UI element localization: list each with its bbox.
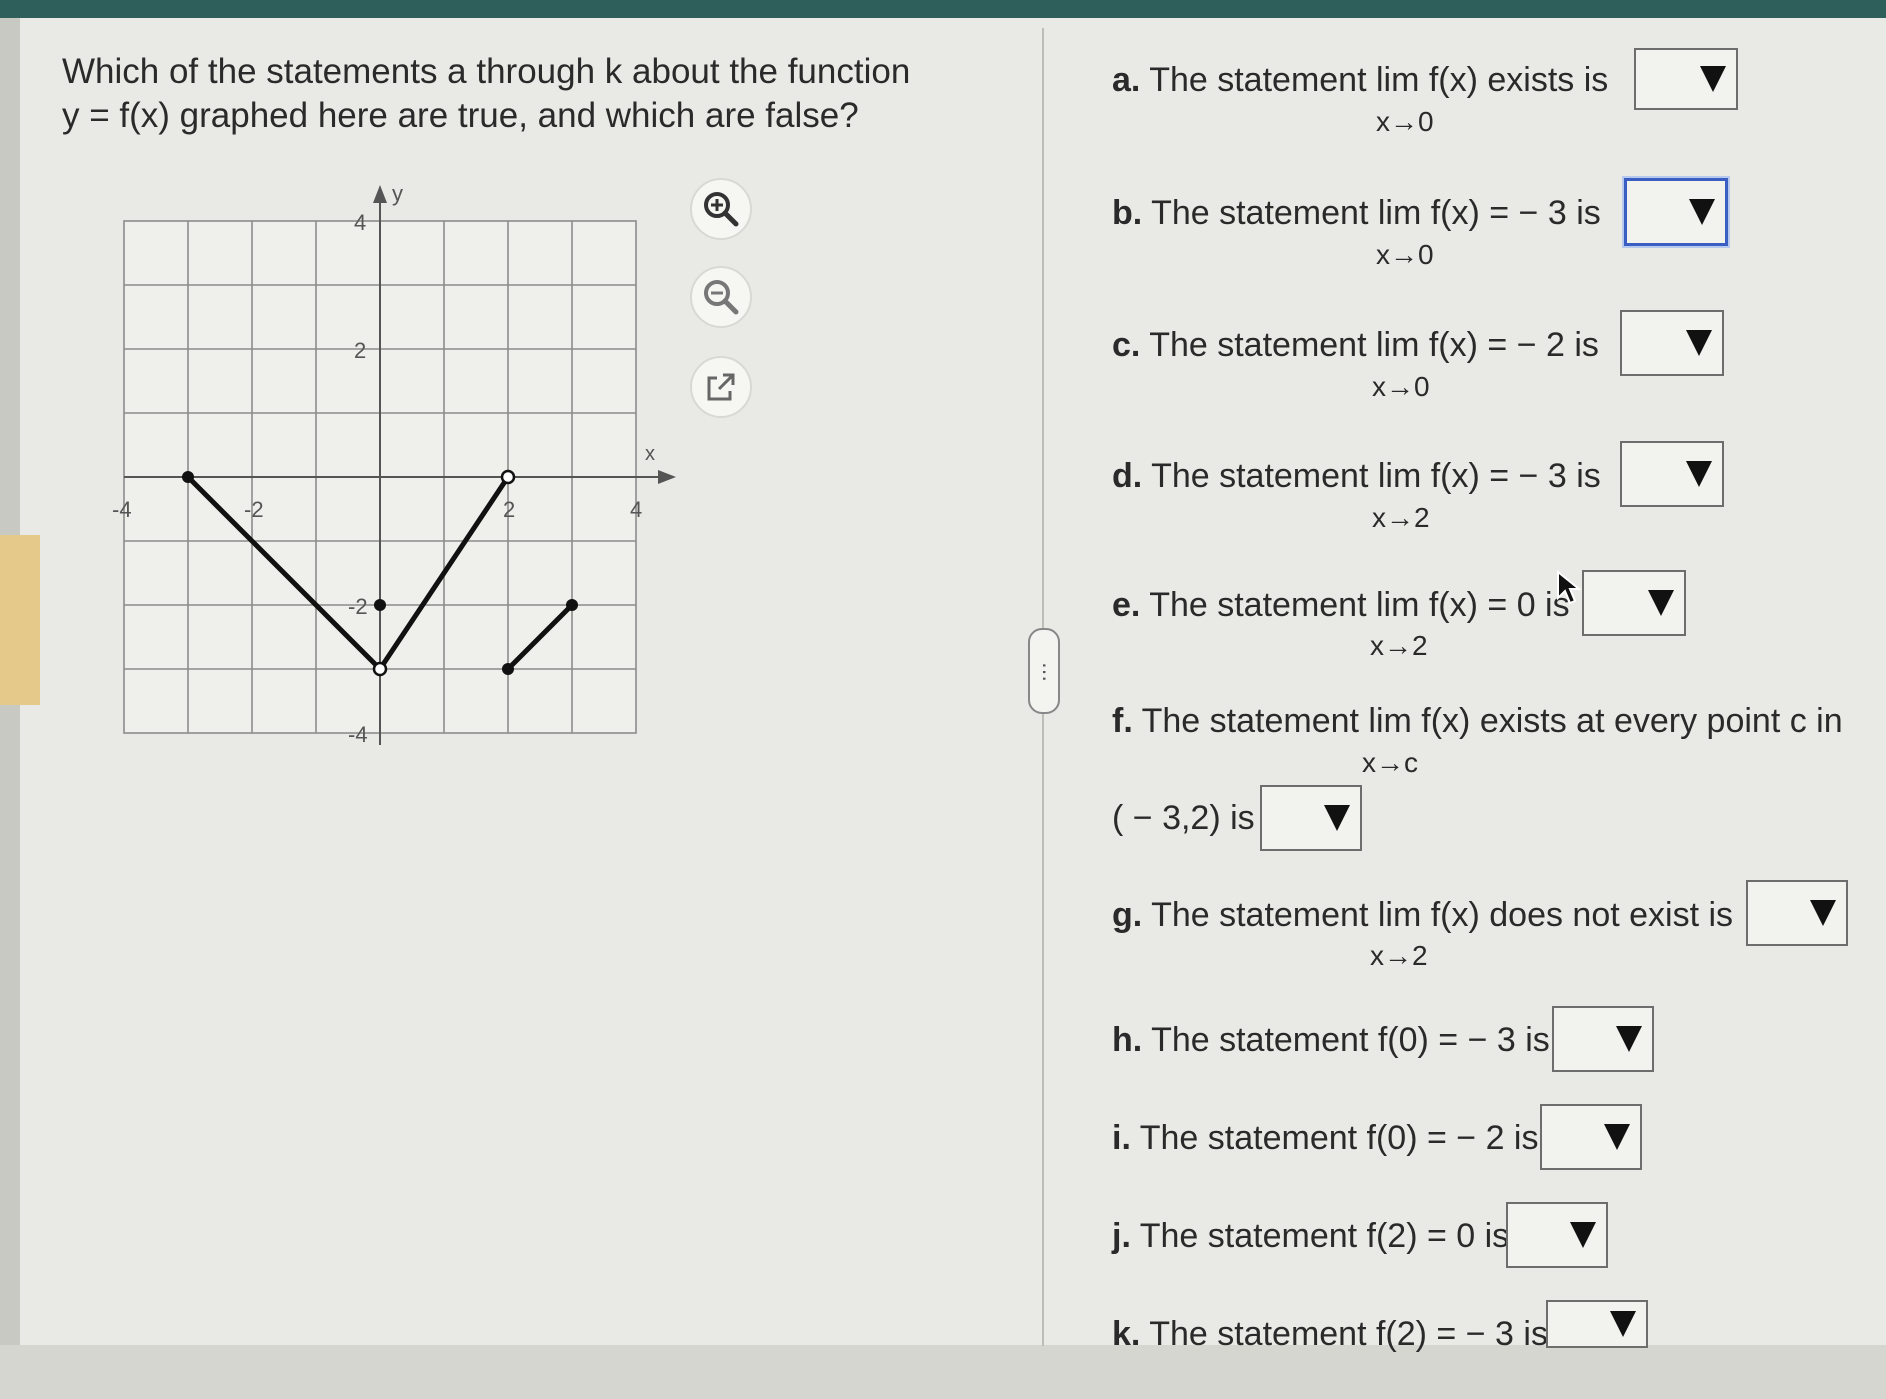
dropdown-e[interactable]	[1582, 570, 1686, 636]
dropdown-arrow-icon	[1324, 805, 1350, 831]
statement-text: The statement lim f(x) = − 2 is	[1149, 326, 1599, 364]
dropdown-arrow-icon	[1604, 1124, 1630, 1150]
dropdown-arrow-icon	[1570, 1222, 1596, 1248]
statement-c: c. The statement lim f(x) = − 2 is	[1112, 325, 1599, 365]
statement-text: The statement lim f(x) exists at every p…	[1141, 702, 1843, 740]
closed-point	[566, 599, 578, 611]
x-tick-label: -2	[244, 497, 264, 522]
limit-subscript: x→0	[1372, 371, 1430, 402]
open-point	[372, 661, 388, 677]
dropdown-b[interactable]	[1624, 178, 1728, 246]
y-axis-arrow	[373, 185, 387, 203]
statement-text: The statement f(2) = − 3 is	[1149, 1315, 1548, 1353]
statement-text: The statement lim f(x) = 0 is	[1149, 586, 1570, 624]
bottom-edge	[0, 1345, 1886, 1399]
statement-a: a. The statement lim f(x) exists is	[1112, 60, 1608, 100]
statement-g: g. The statement lim f(x) does not exist…	[1112, 895, 1733, 935]
statement-text: The statement lim f(x) = − 3 is	[1151, 194, 1601, 232]
dropdown-k[interactable]	[1546, 1300, 1648, 1348]
statement-text: The statement f(0) = − 2 is	[1139, 1119, 1539, 1157]
dropdown-arrow-icon	[1689, 199, 1715, 225]
statement-j: j. The statement f(2) = 0 is	[1112, 1216, 1509, 1256]
y-tick-label: -4	[348, 722, 368, 747]
statement-label: g.	[1112, 896, 1143, 934]
dropdown-j[interactable]	[1506, 1202, 1608, 1268]
statement-label: k.	[1112, 1315, 1141, 1353]
dropdown-h[interactable]	[1552, 1006, 1654, 1072]
limit-subscript: x→c	[1362, 747, 1418, 778]
limit-subscript: x→2	[1372, 502, 1430, 533]
limit-subscript: x→2	[1370, 940, 1428, 971]
statement-text: The statement lim f(x) = − 3 is	[1151, 457, 1601, 495]
statement-label: h.	[1112, 1021, 1143, 1059]
dropdown-c[interactable]	[1620, 310, 1724, 376]
drag-dots-icon: ⋯	[1033, 661, 1055, 681]
dropdown-f[interactable]	[1260, 785, 1362, 851]
dropdown-arrow-icon	[1648, 590, 1674, 616]
statement-label: a.	[1112, 61, 1141, 99]
statement-label: b.	[1112, 194, 1143, 232]
dropdown-arrow-icon	[1686, 330, 1712, 356]
closed-point	[182, 471, 194, 483]
open-point	[500, 469, 516, 485]
dropdown-arrow-icon	[1686, 461, 1712, 487]
y-tick-label: 4	[354, 210, 366, 235]
statement-h: h. The statement f(0) = − 3 is	[1112, 1020, 1550, 1060]
statement-f: f. The statement lim f(x) exists at ever…	[1112, 701, 1843, 741]
dropdown-a[interactable]	[1634, 48, 1738, 110]
statement-b: b. The statement lim f(x) = − 3 is	[1112, 193, 1601, 233]
function-graph: x y -4 -2 2 4 4 2 -2 -4	[112, 181, 676, 747]
mouse-pointer-icon	[1557, 570, 1582, 605]
closed-point	[502, 663, 514, 675]
statement-text: The statement lim f(x) exists is	[1149, 61, 1609, 99]
statement-k: k. The statement f(2) = − 3 is	[1112, 1314, 1548, 1354]
statement-label: d.	[1112, 457, 1143, 495]
pane-resize-handle[interactable]: ⋯	[1028, 628, 1060, 714]
statement-i: i. The statement f(0) = − 2 is	[1112, 1118, 1539, 1158]
dropdown-arrow-icon	[1616, 1026, 1642, 1052]
dropdown-i[interactable]	[1540, 1104, 1642, 1170]
dropdown-arrow-icon	[1610, 1311, 1636, 1337]
open-in-new-window-button[interactable]	[690, 356, 752, 418]
statement-label: j.	[1112, 1217, 1131, 1255]
left-edge	[0, 18, 20, 1399]
x-tick-label: -4	[112, 497, 132, 522]
limit-subscript: x→2	[1370, 630, 1428, 661]
statement-label: f.	[1112, 702, 1133, 740]
question-line-1: Which of the statements a through k abou…	[62, 52, 911, 91]
dropdown-arrow-icon	[1700, 66, 1726, 92]
zoom-in-button[interactable]	[690, 178, 752, 240]
statement-d: d. The statement lim f(x) = − 3 is	[1112, 456, 1601, 496]
y-tick-label: -2	[348, 594, 368, 619]
statement-label: e.	[1112, 586, 1141, 624]
y-tick-label: 2	[354, 338, 366, 363]
zoom-out-button[interactable]	[690, 266, 752, 328]
limit-subscript: x→0	[1376, 239, 1434, 270]
statement-text: The statement f(2) = 0 is	[1139, 1217, 1510, 1255]
x-axis-label: x	[645, 443, 655, 465]
question-line-2: y = f(x) graphed here are true, and whic…	[62, 96, 859, 135]
statement-label: i.	[1112, 1119, 1131, 1157]
statement-f-interval: ( − 3,2) is	[1112, 799, 1255, 837]
closed-point	[374, 599, 386, 611]
statement-e: e. The statement lim f(x) = 0 is	[1112, 585, 1570, 625]
top-bar	[0, 0, 1886, 18]
magnifier-minus-icon	[704, 280, 739, 315]
statement-text: The statement lim f(x) does not exist is	[1151, 896, 1734, 934]
magnifier-plus-icon	[704, 192, 739, 227]
limit-subscript: x→0	[1376, 106, 1434, 137]
dropdown-arrow-icon	[1810, 900, 1836, 926]
side-marker	[0, 535, 40, 705]
x-axis-arrow	[658, 470, 676, 484]
question-text: Which of the statements a through k abou…	[62, 50, 942, 138]
statement-text: The statement f(0) = − 3 is	[1151, 1021, 1550, 1059]
external-link-icon	[707, 373, 735, 401]
y-axis-label: y	[392, 181, 403, 206]
statement-label: c.	[1112, 326, 1141, 364]
x-tick-label: 4	[630, 497, 642, 522]
dropdown-g[interactable]	[1746, 880, 1848, 946]
dropdown-d[interactable]	[1620, 441, 1724, 507]
x-tick-label: 2	[503, 497, 515, 522]
